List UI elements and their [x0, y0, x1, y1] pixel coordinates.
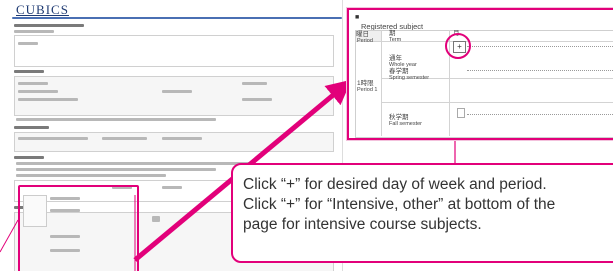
- slot-dotted-line: [467, 114, 613, 115]
- period-1-label-en: Period 1: [357, 87, 378, 93]
- instruction-line-1: Click “+” for desired day of week and pe…: [243, 176, 547, 193]
- magnified-timetable-panel: ■ Registered subject 曜日 Period 期 Term 月 …: [347, 8, 613, 140]
- col-divider: [381, 30, 382, 136]
- instruction-line-3: page for intensive course subjects.: [243, 216, 482, 233]
- spring-label-en: Spring semester: [389, 75, 430, 81]
- stage: CUBICS ■ Registered subject 曜日 Period 期 …: [0, 0, 613, 271]
- instruction-callout: Click “+” for desired day of week and pe…: [231, 163, 613, 263]
- slot-dotted-line: [467, 70, 613, 71]
- add-subject-plus-button-fall[interactable]: [457, 108, 465, 118]
- instruction-line-2: Click “+” for “Intensive, other” at bott…: [243, 196, 556, 213]
- plus-button-highlight-ring: [445, 33, 471, 59]
- period-header-en: Period: [357, 38, 373, 44]
- row-divider: [381, 102, 613, 103]
- slot-dotted-line: [467, 46, 613, 47]
- fall-label-en: Fall semester: [389, 121, 423, 127]
- term-header-en: Term: [389, 37, 402, 43]
- section-marker-glyph: ■: [355, 14, 360, 21]
- edge-line: [0, 219, 19, 253]
- section-marker: ■: [355, 14, 359, 21]
